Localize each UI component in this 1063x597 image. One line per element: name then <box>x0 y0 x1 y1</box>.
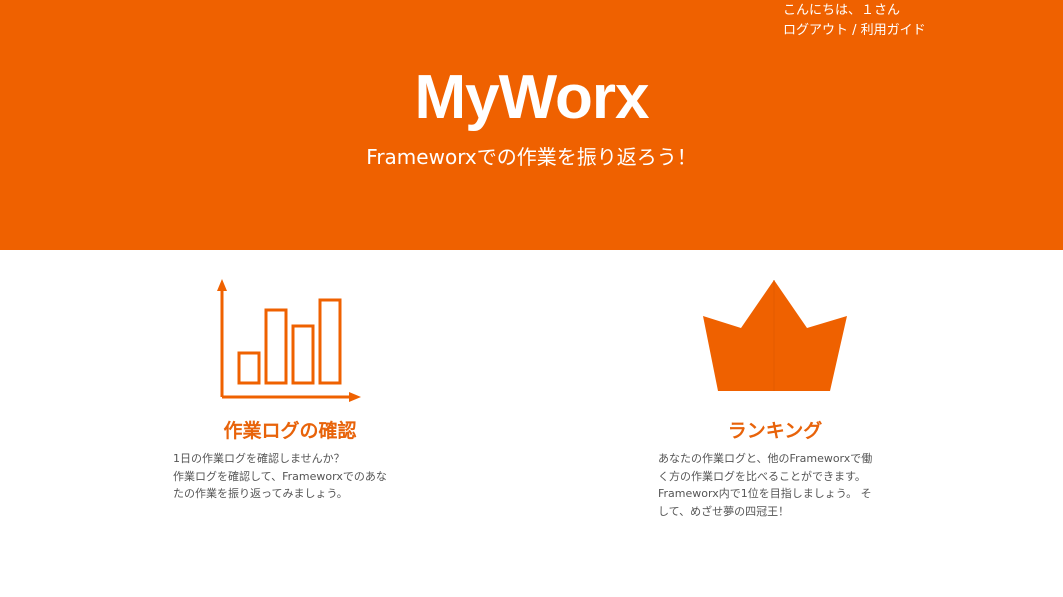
bar-chart-icon[interactable] <box>211 277 363 407</box>
ranking-title[interactable]: ランキング <box>645 418 905 444</box>
site-title: MyWorx <box>414 63 649 132</box>
work-log-desc-line: 1日の作業ログを確認しませんか？ <box>173 452 345 465</box>
site-subtitle: Frameworxでの作業を振り返ろう！ <box>366 145 697 169</box>
work-log-desc-line: たの作業を振り返ってみましょう。 <box>173 487 348 500</box>
ranking-desc-line: Frameworx内で1位を目指しましょう。 そ <box>658 487 872 500</box>
work-log-title[interactable]: 作業ログの確認 <box>160 418 420 444</box>
ranking-description: あなたの作業ログと、他のFrameworxで働 く方の作業ログを比べることができ… <box>658 450 898 520</box>
logout-link[interactable]: ログアウト <box>783 23 848 38</box>
hero-banner: こんにちは、１さん ログアウト / 利用ガイド MyWorx Frameworx… <box>0 0 1063 250</box>
greeting-text: こんにちは、１さん <box>783 3 901 18</box>
user-links: ログアウト / 利用ガイド <box>783 21 926 41</box>
user-menu: こんにちは、１さん ログアウト / 利用ガイド <box>783 1 926 41</box>
feature-work-log: 作業ログの確認 1日の作業ログを確認しませんか？ 作業ログを確認して、Frame… <box>0 250 531 597</box>
ranking-desc-line: あなたの作業ログと、他のFrameworxで働 <box>658 452 873 465</box>
guide-link[interactable]: 利用ガイド <box>861 23 926 38</box>
ranking-desc-line: して、めざせ夢の四冠王！ <box>658 504 790 518</box>
ranking-desc-line: く方の作業ログを比べることができます。 <box>658 469 866 483</box>
work-log-desc-line: 作業ログを確認して、Frameworxでのあな <box>173 469 387 483</box>
work-log-description: 1日の作業ログを確認しませんか？ 作業ログを確認して、Frameworxでのあな… <box>173 450 408 503</box>
feature-ranking: ランキング あなたの作業ログと、他のFrameworxで働 く方の作業ログを比べ… <box>531 250 1063 597</box>
crown-icon[interactable] <box>701 278 849 397</box>
link-separator: / <box>848 23 861 38</box>
